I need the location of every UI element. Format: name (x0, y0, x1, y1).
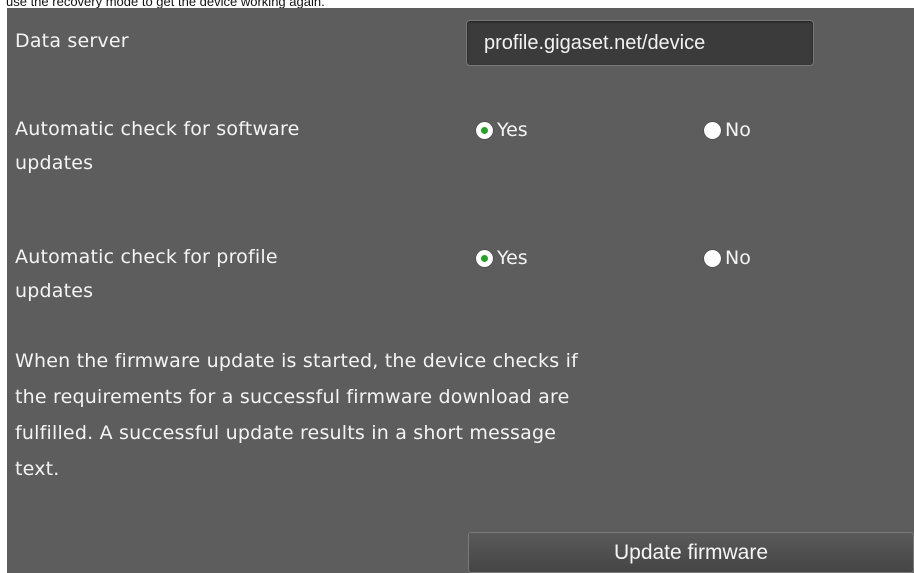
description-line3: fulfilled. A successful update results i… (15, 422, 557, 444)
software-updates-label-line2: updates (15, 152, 94, 174)
software-updates-label-line1: Automatic check for software (15, 118, 300, 140)
profile-updates-yes-radio[interactable]: Yes (476, 247, 528, 269)
radio-unselected-icon (704, 249, 721, 267)
profile-updates-label: Automatic check for profile updates (15, 240, 278, 308)
profile-updates-yes-label: Yes (497, 247, 528, 269)
software-updates-label: Automatic check for software updates (15, 112, 300, 180)
radio-selected-icon (476, 121, 493, 139)
profile-updates-label-line1: Automatic check for profile (15, 246, 278, 268)
data-server-field[interactable]: profile.gigaset.net/device (466, 20, 814, 66)
profile-updates-label-line2: updates (15, 280, 94, 302)
description-line1: When the firmware update is started, the… (15, 350, 578, 372)
radio-unselected-icon (704, 121, 721, 139)
update-firmware-button[interactable]: Update firmware (468, 532, 914, 573)
data-server-label: Data server (15, 30, 129, 52)
settings-panel: Data server profile.gigaset.net/device A… (7, 8, 914, 573)
description-line4: text. (15, 458, 60, 480)
software-updates-no-label: No (725, 119, 751, 141)
description-line2: the requirements for a successful firmwa… (15, 386, 570, 408)
profile-updates-no-label: No (725, 247, 751, 269)
radio-selected-icon (476, 249, 493, 267)
software-updates-yes-label: Yes (497, 119, 528, 141)
software-updates-no-radio[interactable]: No (704, 119, 751, 141)
software-updates-yes-radio[interactable]: Yes (476, 119, 528, 141)
profile-updates-no-radio[interactable]: No (704, 247, 751, 269)
firmware-description: When the firmware update is started, the… (15, 343, 775, 487)
